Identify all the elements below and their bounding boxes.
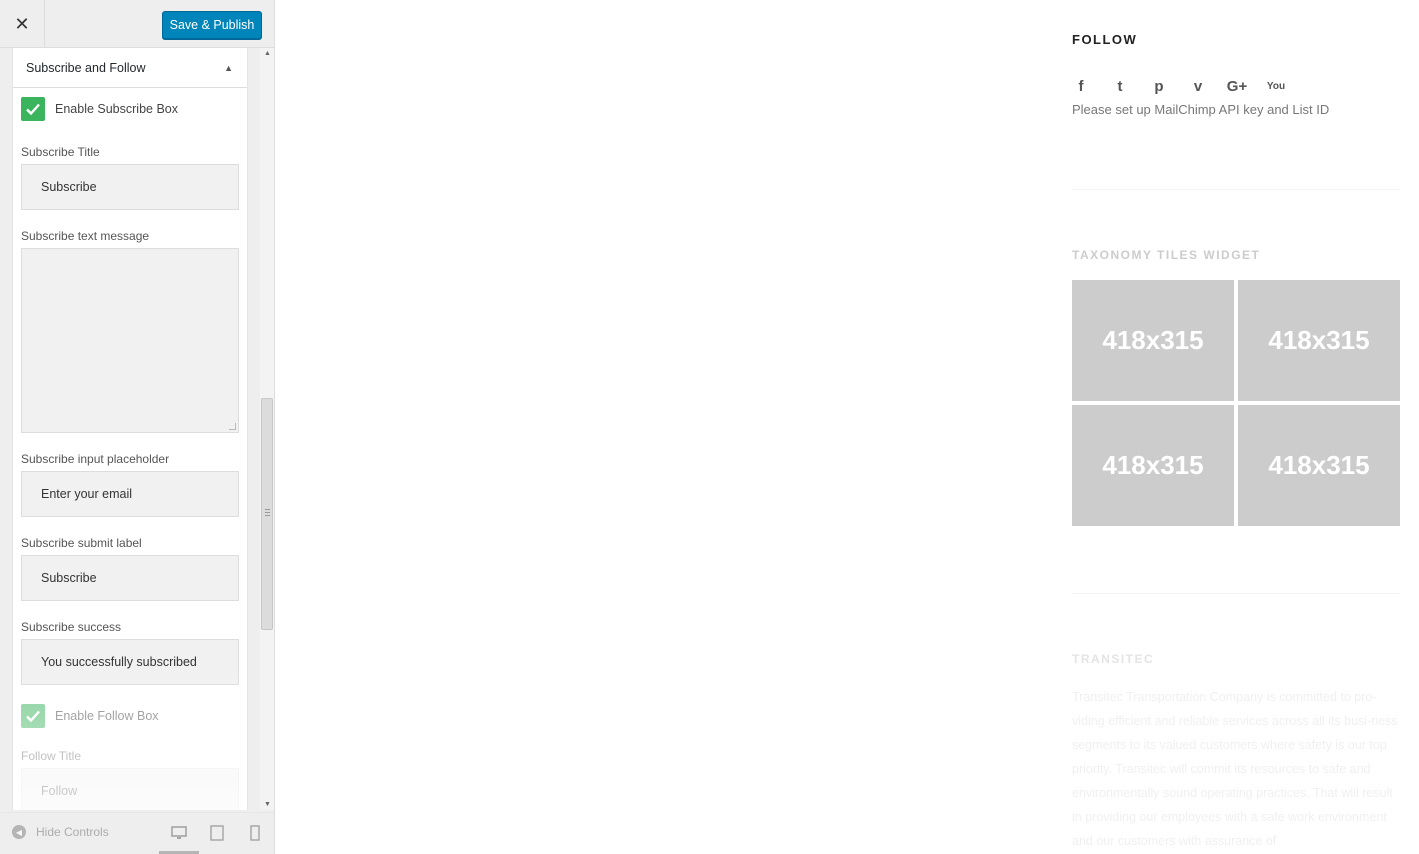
follow-title-input[interactable]: Follow bbox=[21, 768, 239, 810]
enable-subscribe-checkbox[interactable] bbox=[21, 97, 45, 121]
subscribe-success-input[interactable]: You successfully subscribed bbox=[21, 639, 239, 685]
facebook-icon[interactable]: f bbox=[1072, 77, 1090, 95]
vimeo-icon[interactable]: v bbox=[1189, 77, 1207, 95]
taxonomy-tile[interactable]: 418x315 bbox=[1238, 280, 1400, 401]
google-plus-icon[interactable]: G+ bbox=[1227, 77, 1247, 95]
taxonomy-tile[interactable]: 418x315 bbox=[1072, 405, 1234, 526]
follow-widget-title: FOLLOW bbox=[1072, 32, 1138, 47]
widget-divider bbox=[1072, 189, 1400, 190]
mailchimp-note: Please set up MailChimp API key and List… bbox=[1072, 102, 1330, 117]
checkmark-icon bbox=[26, 710, 40, 723]
enable-subscribe-row[interactable]: Enable Subscribe Box bbox=[21, 97, 247, 121]
subscribe-submit-label: Subscribe submit label bbox=[21, 536, 142, 550]
taxonomy-tiles-grid: 418x315 418x315 418x315 418x315 bbox=[1072, 280, 1400, 526]
customizer-header: ✕ Save & Publish bbox=[0, 0, 274, 48]
desktop-icon[interactable] bbox=[171, 825, 187, 846]
section-panel: Subscribe and Follow ▲ Enable Subscribe … bbox=[12, 48, 248, 810]
checkmark-icon bbox=[26, 103, 40, 116]
taxonomy-tile[interactable]: 418x315 bbox=[1238, 405, 1400, 526]
caret-up-icon[interactable]: ▲ bbox=[224, 63, 233, 73]
enable-follow-row[interactable]: Enable Follow Box bbox=[21, 704, 247, 728]
scroll-down-icon[interactable]: ▼ bbox=[264, 801, 271, 808]
subscribe-submit-input[interactable]: Subscribe bbox=[21, 555, 239, 601]
widget-divider bbox=[1072, 593, 1400, 594]
scroll-up-icon[interactable]: ▲ bbox=[264, 50, 271, 57]
tablet-icon[interactable] bbox=[210, 825, 224, 846]
taxonomy-tile[interactable]: 418x315 bbox=[1072, 280, 1234, 401]
twitter-icon[interactable]: t bbox=[1111, 77, 1129, 95]
youtube-icon[interactable]: You bbox=[1267, 77, 1285, 95]
customizer-footer: ◀ Hide Controls bbox=[0, 812, 274, 854]
subscribe-placeholder-label: Subscribe input placeholder bbox=[21, 452, 170, 466]
pinterest-icon[interactable]: p bbox=[1150, 77, 1168, 95]
site-preview: FOLLOW f t p v G+ You Please set up Mail… bbox=[276, 0, 1419, 854]
close-icon: ✕ bbox=[14, 13, 30, 34]
subscribe-text-textarea[interactable] bbox=[21, 248, 239, 433]
subscribe-success-label: Subscribe success bbox=[21, 620, 122, 634]
enable-follow-label: Enable Follow Box bbox=[55, 709, 159, 723]
enable-subscribe-label: Enable Subscribe Box bbox=[55, 102, 178, 116]
resize-grip-icon[interactable] bbox=[229, 423, 236, 430]
subscribe-text-label: Subscribe text message bbox=[21, 229, 150, 243]
hide-controls-button[interactable]: ◀ Hide Controls bbox=[12, 825, 109, 839]
hide-controls-label: Hide Controls bbox=[36, 825, 109, 839]
mobile-icon[interactable] bbox=[250, 825, 260, 846]
scrollbar-thumb[interactable] bbox=[261, 398, 273, 630]
transitec-widget-title: TRANSITEC bbox=[1072, 652, 1155, 666]
grip-icon bbox=[265, 509, 270, 516]
close-button[interactable]: ✕ bbox=[0, 0, 45, 48]
subscribe-title-input[interactable]: Subscribe bbox=[21, 164, 239, 210]
taxonomy-widget-title: TAXONOMY TILES WIDGET bbox=[1072, 248, 1261, 262]
subscribe-placeholder-input[interactable]: Enter your email bbox=[21, 471, 239, 517]
follow-title-label: Follow Title bbox=[21, 749, 82, 763]
save-publish-button[interactable]: Save & Publish bbox=[162, 11, 262, 39]
enable-follow-checkbox[interactable] bbox=[21, 704, 45, 728]
social-icons-row: f t p v G+ You bbox=[1072, 77, 1306, 95]
transitec-description: Transitec Transportation Company is comm… bbox=[1072, 690, 1398, 848]
panel-scrollbar[interactable]: ▲ ▼ bbox=[260, 48, 274, 810]
customizer-sidebar: ✕ Save & Publish Subscribe and Follow ▲ … bbox=[0, 0, 275, 854]
subscribe-title-label: Subscribe Title bbox=[21, 145, 100, 159]
collapse-arrow-icon: ◀ bbox=[12, 825, 26, 839]
section-title: Subscribe and Follow bbox=[26, 60, 146, 75]
section-header-subscribe-follow[interactable]: Subscribe and Follow ▲ bbox=[13, 48, 247, 88]
